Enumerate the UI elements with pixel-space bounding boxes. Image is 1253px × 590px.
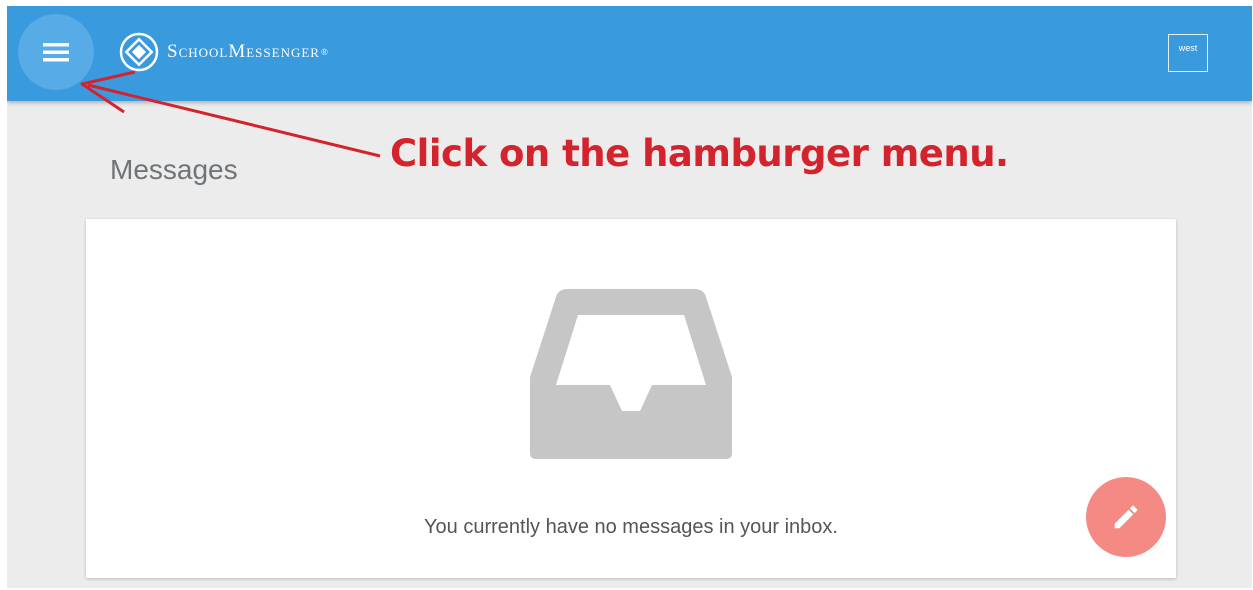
brand-registered-mark: ® <box>320 47 329 57</box>
brand-name: SchoolMessenger <box>167 41 320 62</box>
app-window: SchoolMessenger ® west Messages You curre… <box>7 6 1252 588</box>
brand-logo[interactable]: SchoolMessenger ® <box>119 32 329 72</box>
compose-message-button[interactable] <box>1086 477 1166 557</box>
schoolmessenger-logo-icon <box>119 32 159 72</box>
hamburger-menu-icon <box>43 43 69 62</box>
user-label: west <box>1178 43 1198 53</box>
top-app-bar: SchoolMessenger ® west <box>7 6 1252 101</box>
hamburger-menu-button[interactable] <box>18 14 94 90</box>
empty-inbox-message: You currently have no messages in your i… <box>424 516 838 538</box>
instruction-annotation: Click on the hamburger menu. <box>390 132 1009 175</box>
messages-card: You currently have no messages in your i… <box>86 219 1176 578</box>
page-title: Messages <box>110 154 238 185</box>
inbox-tray-icon <box>530 289 732 459</box>
user-account-button[interactable]: west <box>1168 34 1208 72</box>
pencil-icon <box>1114 505 1138 529</box>
